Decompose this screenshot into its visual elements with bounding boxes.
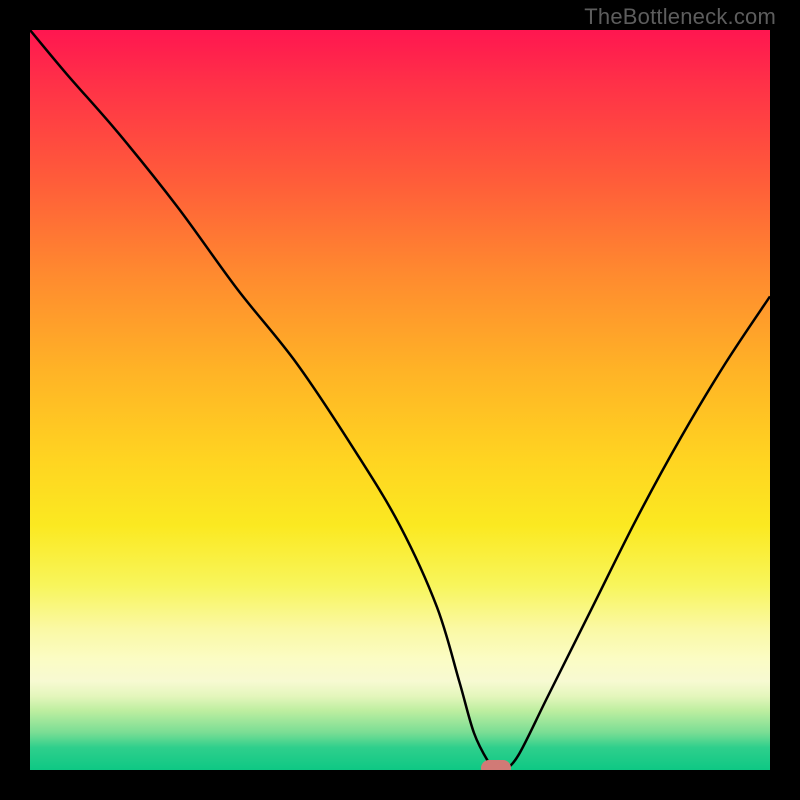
bottleneck-curve	[30, 30, 770, 770]
plot-area	[30, 30, 770, 770]
watermark-text: TheBottleneck.com	[584, 4, 776, 30]
optimal-point-marker	[481, 760, 511, 770]
chart-frame: TheBottleneck.com	[0, 0, 800, 800]
